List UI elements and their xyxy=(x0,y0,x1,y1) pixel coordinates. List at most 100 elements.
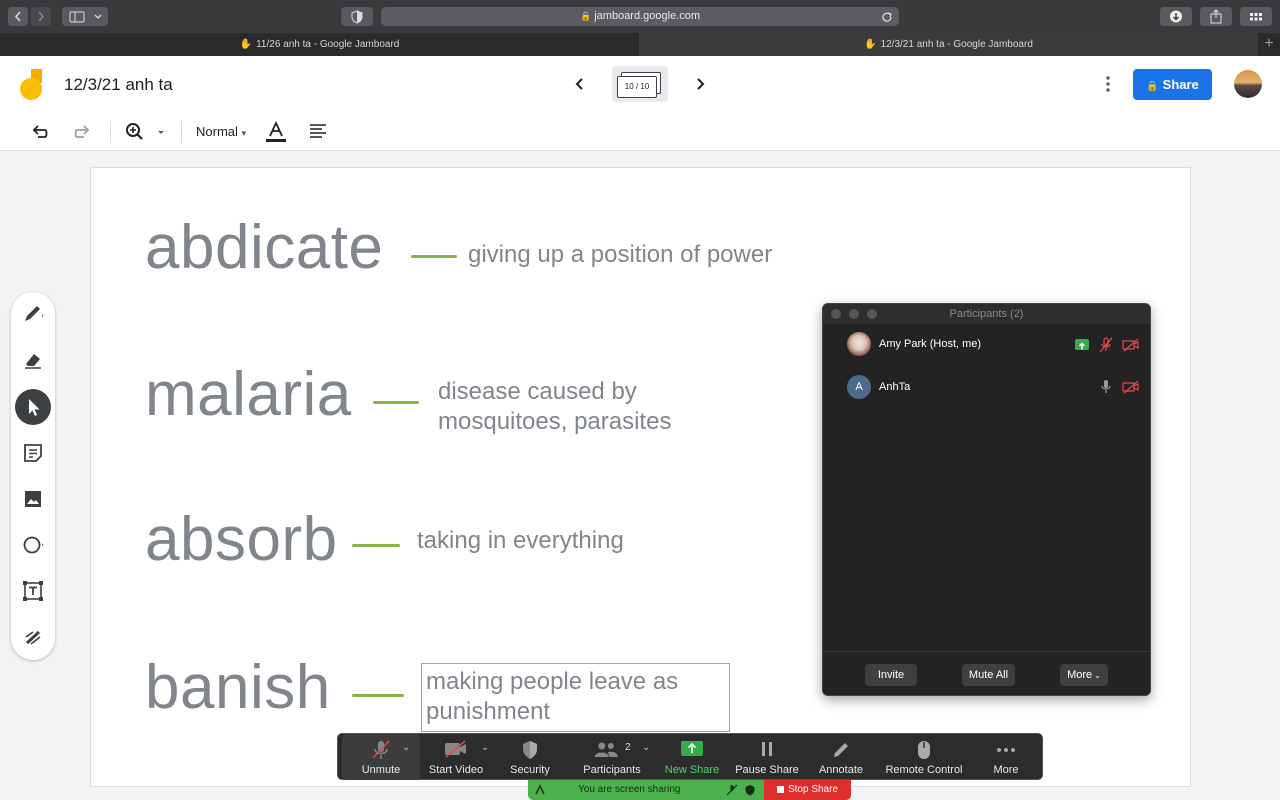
eraser-tool[interactable] xyxy=(15,342,51,378)
term-text[interactable]: absorb xyxy=(145,504,338,575)
participants-button[interactable]: 2 Participants xyxy=(574,734,650,780)
participant-row[interactable]: Amy Park (Host, me) xyxy=(847,332,981,356)
forward-button[interactable] xyxy=(31,7,51,26)
connector-line[interactable] xyxy=(411,255,457,258)
prev-frame-button[interactable] xyxy=(570,74,590,94)
text-style-dropdown[interactable]: Normal ▼ xyxy=(196,124,248,139)
downloads-button[interactable] xyxy=(1160,7,1192,26)
mic-icon[interactable] xyxy=(1099,379,1113,395)
annotate-button[interactable]: Annotate xyxy=(812,734,870,780)
connector-line[interactable] xyxy=(373,401,419,404)
more-button[interactable]: More xyxy=(978,734,1034,780)
chevron-left-icon xyxy=(575,78,583,90)
unmute-button[interactable]: Unmute xyxy=(342,734,420,780)
chevron-right-icon xyxy=(697,78,705,90)
avatar[interactable] xyxy=(1234,70,1262,98)
back-button[interactable] xyxy=(8,7,28,26)
browser-tab-strip: ✋ 11/26 anh ta - Google Jamboard ✋ 12/3/21… xyxy=(0,33,1280,56)
video-off-icon[interactable] xyxy=(1122,338,1140,352)
text-box-tool[interactable] xyxy=(15,573,51,609)
tab-overview-button[interactable] xyxy=(1240,7,1272,26)
image-tool[interactable] xyxy=(15,481,51,517)
connector-line[interactable] xyxy=(352,544,400,547)
definition-text[interactable]: taking in everything xyxy=(417,526,624,556)
pause-share-button[interactable]: Pause Share xyxy=(730,734,804,780)
window-close-button[interactable] xyxy=(831,309,841,319)
browser-tab-1[interactable]: ✋ 11/26 anh ta - Google Jamboard xyxy=(0,33,639,56)
security-label: Security xyxy=(510,764,550,776)
lock-icon: 🔒 xyxy=(579,11,592,21)
next-frame-button[interactable] xyxy=(690,74,710,94)
pen-tool[interactable] xyxy=(15,296,51,332)
text-color-button[interactable] xyxy=(265,120,287,144)
shape-tool[interactable] xyxy=(15,527,51,563)
annotate-label: Annotate xyxy=(818,764,864,776)
mic-muted-icon[interactable] xyxy=(1099,337,1113,353)
invite-button[interactable]: Invite xyxy=(865,664,917,686)
laser-tool[interactable] xyxy=(15,619,51,655)
align-button[interactable] xyxy=(308,122,328,142)
reload-icon[interactable] xyxy=(881,11,893,23)
tab-title: 11/26 anh ta - Google Jamboard xyxy=(256,39,400,50)
new-share-button[interactable]: New Share xyxy=(660,734,724,780)
participants-count: 2 xyxy=(625,742,631,753)
pause-share-label: Pause Share xyxy=(735,764,799,776)
frame-bar-button[interactable]: 10 / 10 xyxy=(612,66,668,102)
term-text[interactable]: abdicate xyxy=(145,212,383,283)
participants-titlebar[interactable]: Participants (2) xyxy=(823,304,1150,324)
more-options-button[interactable] xyxy=(1098,74,1118,94)
audio-options-chevron[interactable]: ⌄ xyxy=(402,742,410,753)
undo-icon xyxy=(32,125,48,138)
select-tool[interactable] xyxy=(15,389,51,425)
pen-icon xyxy=(25,306,44,321)
download-icon xyxy=(1170,10,1182,23)
shield-icon[interactable] xyxy=(744,784,756,796)
definition-text[interactable]: mosquitoes, parasites xyxy=(438,407,671,437)
definition-text[interactable]: giving up a position of power xyxy=(468,240,772,270)
remote-control-button[interactable]: Remote Control xyxy=(880,734,968,780)
window-minimize-button[interactable] xyxy=(849,309,859,319)
browser-tab-2[interactable]: ✋ 12/3/21 anh ta - Google Jamboard xyxy=(639,33,1258,56)
board-title[interactable]: 12/3/21 anh ta xyxy=(64,75,173,95)
start-video-button[interactable]: Start Video xyxy=(424,734,488,780)
participants-more-button[interactable]: More ⌄ xyxy=(1060,664,1108,686)
video-options-chevron[interactable]: ⌄ xyxy=(481,742,489,753)
undo-button[interactable] xyxy=(30,122,50,142)
mute-all-button[interactable]: Mute All xyxy=(962,664,1015,686)
address-bar[interactable]: 🔒 jamboard.google.com xyxy=(381,7,899,26)
window-zoom-button[interactable] xyxy=(867,309,877,319)
definition-text: punishment xyxy=(426,698,551,725)
toolbar-divider xyxy=(110,121,111,143)
sharing-status-pill[interactable]: You are screen sharing xyxy=(528,780,764,800)
participants-options-chevron[interactable]: ⌄ xyxy=(642,742,650,753)
share-sheet-button[interactable] xyxy=(1200,7,1232,26)
privacy-shield-button[interactable] xyxy=(341,7,373,26)
sidebar-icon xyxy=(69,11,102,23)
mic-muted-icon[interactable] xyxy=(726,784,738,796)
participant-row[interactable]: A AnhTa xyxy=(847,375,910,399)
sidebar-toggle-button[interactable] xyxy=(62,7,108,26)
tool-rail xyxy=(11,292,55,660)
new-tab-button[interactable]: + xyxy=(1258,33,1280,56)
participant-name: AnhTa xyxy=(879,381,911,393)
share-button[interactable]: 🔒 Share xyxy=(1133,69,1212,100)
video-off-icon[interactable] xyxy=(1122,380,1140,394)
more-label: More xyxy=(1067,669,1093,681)
security-button[interactable]: Security xyxy=(500,734,560,780)
zoom-button[interactable] xyxy=(124,121,168,143)
participants-icon xyxy=(594,742,618,757)
term-text[interactable]: banish xyxy=(145,652,331,723)
dropdown-arrow-icon: ▼ xyxy=(239,129,248,138)
definition-text: making people leave as xyxy=(426,668,679,695)
sticky-note-tool[interactable] xyxy=(15,435,51,471)
chevron-right-icon xyxy=(38,11,45,22)
stop-share-button[interactable]: Stop Share xyxy=(764,780,851,800)
participants-title: Participants (2) xyxy=(949,308,1024,320)
term-text[interactable]: malaria xyxy=(145,359,352,430)
connector-line[interactable] xyxy=(352,694,404,697)
more-vert-icon xyxy=(1106,76,1110,92)
redo-button[interactable] xyxy=(72,122,92,142)
selected-text-box[interactable]: making people leave as punishment xyxy=(421,663,730,732)
definition-text[interactable]: disease caused by xyxy=(438,377,637,407)
participants-window[interactable]: Participants (2) Amy Park (Host, me) A A… xyxy=(822,303,1151,696)
